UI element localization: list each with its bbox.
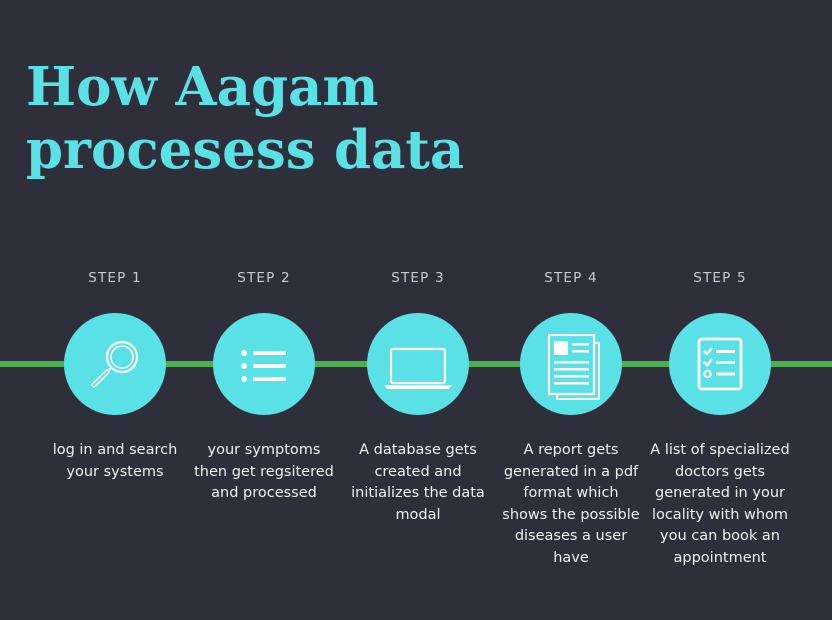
step-5-label: STEP 5 — [693, 270, 747, 286]
step-3-circle — [367, 313, 469, 415]
checklist-icon — [697, 337, 743, 391]
document-icon — [547, 333, 600, 400]
step-1: STEP 1 log in and search your systems — [45, 0, 185, 620]
step-2: STEP 2 your symptoms then get regsitered… — [194, 0, 334, 620]
step-1-description: log in and search your systems — [52, 442, 178, 480]
step-4: STEP 4 A report gets generated in a pdf … — [501, 0, 641, 620]
step-3-label: STEP 3 — [391, 270, 445, 286]
step-5-description: A list of specialized doctors gets gener… — [650, 442, 790, 566]
step-3-description: A database gets created and initializes … — [351, 442, 485, 523]
step-4-circle — [520, 313, 622, 415]
magnifier-icon — [91, 340, 139, 388]
step-2-label: STEP 2 — [237, 270, 291, 286]
step-1-circle — [64, 313, 166, 415]
step-1-label: STEP 1 — [88, 270, 142, 286]
step-2-description: your symptoms then get regsitered and pr… — [194, 442, 334, 501]
list-icon — [241, 350, 286, 382]
step-3: STEP 3 A database gets created and initi… — [348, 0, 488, 620]
laptop-icon — [384, 347, 452, 389]
step-5-circle — [669, 313, 771, 415]
step-2-circle — [213, 313, 315, 415]
step-4-description: A report gets generated in a pdf format … — [502, 442, 640, 566]
step-5: STEP 5 A list of specialized doctors get… — [650, 0, 790, 620]
step-4-label: STEP 4 — [544, 270, 598, 286]
